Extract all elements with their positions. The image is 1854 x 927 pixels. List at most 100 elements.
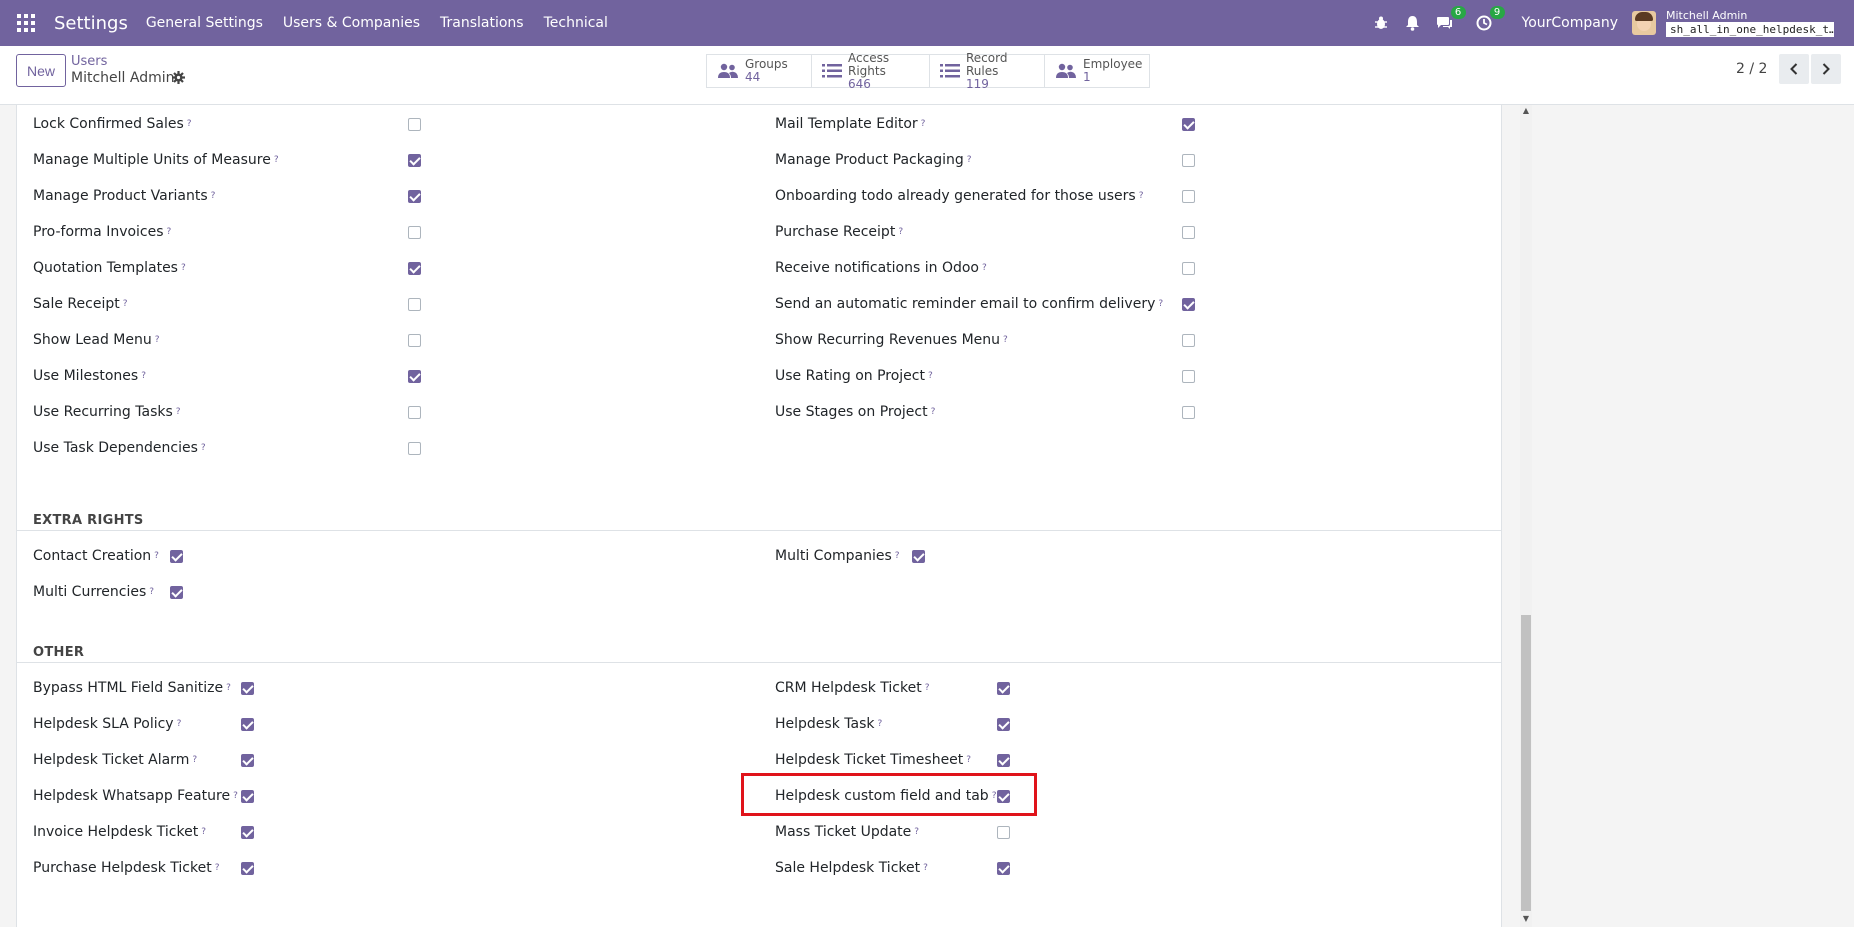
checkbox-send-an-automatic-reminder-email-to-confirm-delivery[interactable] (1182, 298, 1195, 311)
help-tooltip-icon[interactable]: ? (928, 371, 933, 381)
checkbox-use-milestones[interactable] (408, 370, 421, 383)
menu-technical[interactable]: Technical (534, 15, 618, 31)
checkbox-helpdesk-ticket-timesheet[interactable] (997, 754, 1010, 767)
checkbox-show-recurring-revenues-menu[interactable] (1182, 334, 1195, 347)
checkbox-helpdesk-ticket-alarm[interactable] (241, 754, 254, 767)
field-row-send-an-automatic-reminder-email-to-confirm-delivery: Send an automatic reminder email to conf… (775, 294, 1163, 314)
checkbox-sale-helpdesk-ticket[interactable] (997, 862, 1010, 875)
menu-translations[interactable]: Translations (430, 15, 534, 31)
checkbox-manage-product-variants[interactable] (408, 190, 421, 203)
help-tooltip-icon[interactable]: ? (274, 155, 279, 165)
checkbox-helpdesk-sla-policy[interactable] (241, 718, 254, 731)
checkbox-lock-confirmed-sales[interactable] (408, 118, 421, 131)
checkbox-pro-forma-invoices[interactable] (408, 226, 421, 239)
groups-smart-button[interactable]: Groups 44 (707, 55, 812, 87)
pager-next-button[interactable] (1811, 54, 1842, 84)
help-tooltip-icon[interactable]: ? (226, 683, 231, 693)
company-switcher[interactable]: YourCompany (1522, 15, 1619, 31)
access-rights-smart-button[interactable]: Access Rights 646 (812, 50, 930, 90)
help-tooltip-icon[interactable]: ? (192, 755, 197, 765)
menu-general-settings[interactable]: General Settings (136, 15, 273, 31)
checkbox-use-rating-on-project[interactable] (1182, 370, 1195, 383)
field-label-manage-multiple-units-of-measure: Manage Multiple Units of Measure (33, 152, 271, 168)
scrollbar-thumb[interactable] (1521, 615, 1531, 911)
checkbox-helpdesk-task[interactable] (997, 718, 1010, 731)
checkbox-helpdesk-whatsapp-feature[interactable] (241, 790, 254, 803)
help-tooltip-icon[interactable]: ? (149, 587, 154, 597)
employee-smart-button[interactable]: Employee 1 (1045, 55, 1149, 87)
checkbox-mass-ticket-update[interactable] (997, 826, 1010, 839)
help-tooltip-icon[interactable]: ? (177, 719, 182, 729)
pager-value[interactable]: 2 / 2 (1736, 61, 1767, 77)
checkbox-purchase-helpdesk-ticket[interactable] (241, 862, 254, 875)
menu-users-companies[interactable]: Users & Companies (273, 15, 430, 31)
help-tooltip-icon[interactable]: ? (925, 683, 930, 693)
help-tooltip-icon[interactable]: ? (123, 299, 128, 309)
top-navbar: Settings General Settings Users & Compan… (0, 0, 1854, 46)
help-tooltip-icon[interactable]: ? (155, 335, 160, 345)
bug-icon[interactable] (1372, 14, 1390, 32)
user-menu[interactable]: Mitchell Admin sh_all_in_one_helpdesk_t… (1666, 8, 1834, 37)
help-tooltip-icon[interactable]: ? (921, 119, 926, 129)
access-rights-label: Access Rights (848, 50, 890, 78)
bell-icon[interactable] (1404, 14, 1422, 32)
checkbox-use-recurring-tasks[interactable] (408, 406, 421, 419)
pager-previous-button[interactable] (1779, 54, 1810, 84)
help-tooltip-icon[interactable]: ? (211, 191, 216, 201)
breadcrumb-users[interactable]: Users (71, 54, 107, 69)
vertical-scrollbar[interactable]: ▲ ▼ (1520, 105, 1532, 927)
help-tooltip-icon[interactable]: ? (1158, 299, 1163, 309)
checkbox-use-task-dependencies[interactable] (408, 442, 421, 455)
help-tooltip-icon[interactable]: ? (898, 227, 903, 237)
help-tooltip-icon[interactable]: ? (982, 263, 987, 273)
help-tooltip-icon[interactable]: ? (201, 443, 206, 453)
help-tooltip-icon[interactable]: ? (233, 791, 238, 801)
help-tooltip-icon[interactable]: ? (1139, 191, 1144, 201)
checkbox-manage-product-packaging[interactable] (1182, 154, 1195, 167)
scroll-down-arrow-icon[interactable]: ▼ (1521, 913, 1531, 925)
checkbox-onboarding-todo-already-generated-for-those-users[interactable] (1182, 190, 1195, 203)
help-tooltip-icon[interactable]: ? (154, 551, 159, 561)
chevron-left-icon (1790, 63, 1798, 75)
help-tooltip-icon[interactable]: ? (187, 119, 192, 129)
apps-menu-icon[interactable] (17, 14, 35, 32)
section-title-other: OTHER (33, 645, 85, 660)
help-tooltip-icon[interactable]: ? (141, 371, 146, 381)
checkbox-multi-currencies[interactable] (170, 586, 183, 599)
checkbox-receive-notifications-in-odoo[interactable] (1182, 262, 1195, 275)
record-rules-smart-button[interactable]: Record Rules 119 (930, 51, 1045, 90)
checkbox-use-stages-on-project[interactable] (1182, 406, 1195, 419)
checkbox-show-lead-menu[interactable] (408, 334, 421, 347)
help-tooltip-icon[interactable]: ? (877, 719, 882, 729)
help-tooltip-icon[interactable]: ? (923, 863, 928, 873)
new-button[interactable]: New (16, 54, 66, 87)
scroll-up-arrow-icon[interactable]: ▲ (1521, 105, 1531, 117)
user-name: Mitchell Admin (1666, 8, 1748, 22)
help-tooltip-icon[interactable]: ? (914, 827, 919, 837)
checkbox-invoice-helpdesk-ticket[interactable] (241, 826, 254, 839)
user-avatar[interactable] (1632, 11, 1656, 35)
checkbox-mail-template-editor[interactable] (1182, 118, 1195, 131)
help-tooltip-icon[interactable]: ? (931, 407, 936, 417)
help-tooltip-icon[interactable]: ? (966, 755, 971, 765)
app-name[interactable]: Settings (54, 13, 128, 34)
messages-icon[interactable]: 6 (1436, 6, 1466, 32)
checkbox-purchase-receipt[interactable] (1182, 226, 1195, 239)
checkbox-contact-creation[interactable] (170, 550, 183, 563)
help-tooltip-icon[interactable]: ? (215, 863, 220, 873)
checkbox-multi-companies[interactable] (912, 550, 925, 563)
help-tooltip-icon[interactable]: ? (201, 827, 206, 837)
checkbox-crm-helpdesk-ticket[interactable] (997, 682, 1010, 695)
gear-icon[interactable] (172, 71, 185, 88)
checkbox-manage-multiple-units-of-measure[interactable] (408, 154, 421, 167)
help-tooltip-icon[interactable]: ? (895, 551, 900, 561)
help-tooltip-icon[interactable]: ? (167, 227, 172, 237)
activities-clock-icon[interactable]: 9 (1475, 6, 1505, 32)
help-tooltip-icon[interactable]: ? (1003, 335, 1008, 345)
checkbox-quotation-templates[interactable] (408, 262, 421, 275)
help-tooltip-icon[interactable]: ? (967, 155, 972, 165)
help-tooltip-icon[interactable]: ? (181, 263, 186, 273)
checkbox-sale-receipt[interactable] (408, 298, 421, 311)
checkbox-bypass-html-field-sanitize[interactable] (241, 682, 254, 695)
help-tooltip-icon[interactable]: ? (176, 407, 181, 417)
